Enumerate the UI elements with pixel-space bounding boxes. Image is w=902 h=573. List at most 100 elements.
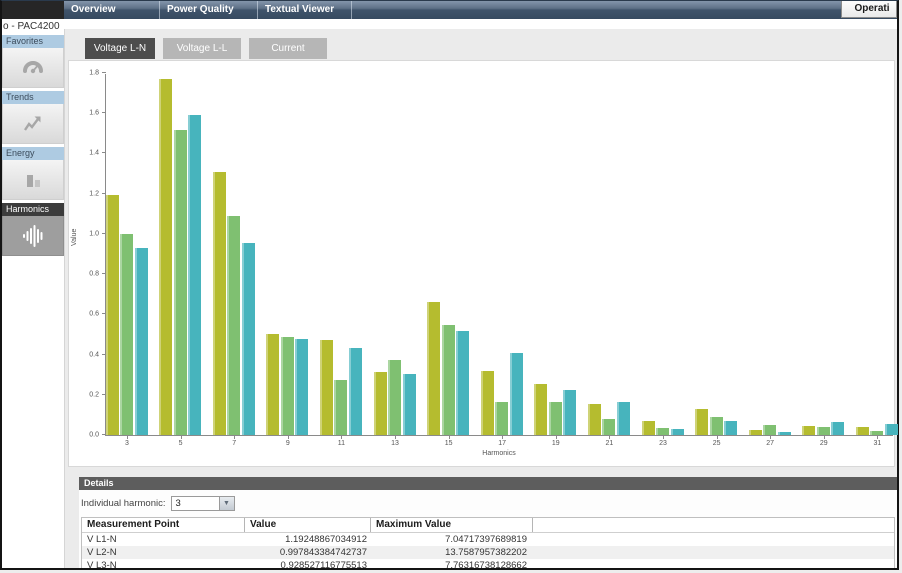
app-window: Overview Power Quality Textual Viewer Op… (0, 0, 899, 570)
bar-v-l3-n-h17 (510, 353, 523, 435)
x-tick-mark (717, 435, 718, 439)
bar-v-l3-n-h27 (778, 432, 791, 435)
x-tick-mark (770, 435, 771, 439)
bar-v-l1-n-h19 (534, 384, 547, 435)
bar-v-l1-n-h27 (749, 430, 762, 435)
sidebar-item-trends[interactable]: Trends (2, 91, 64, 144)
chart-plot-area: 0.00.20.40.60.81.01.21.41.61.83579111315… (105, 74, 893, 436)
sidebar-item-favorites[interactable]: Favorites (2, 35, 64, 88)
bar-highlight (481, 371, 483, 435)
bar-v-l2-n-h3 (120, 234, 133, 435)
y-tick-label: 1.6 (89, 110, 99, 117)
bar-v-l3-n-h15 (456, 331, 469, 435)
individual-harmonic-value: 3 (172, 497, 219, 510)
x-tick-mark (449, 435, 450, 439)
bar-highlight (442, 325, 444, 435)
x-axis-label: Harmonics (105, 450, 893, 457)
bar-highlight (106, 195, 108, 435)
y-tick-label: 1.4 (89, 150, 99, 157)
bar-highlight (671, 429, 673, 435)
x-tick-mark (663, 435, 664, 439)
bar-highlight (403, 374, 405, 435)
x-tick-mark (877, 435, 878, 439)
y-tick-label: 0.8 (89, 271, 99, 278)
device-name-label: o - PAC4200 (3, 21, 60, 32)
bar-v-l1-n-h31 (856, 427, 869, 435)
bar-highlight (710, 417, 712, 435)
bar-v-l2-n-h7 (227, 216, 240, 435)
bar-v-l3-n-h21 (617, 402, 630, 435)
tab-voltage-l-l[interactable]: Voltage L-L (163, 38, 241, 59)
bar-highlight (802, 426, 804, 435)
bar-highlight (213, 172, 215, 435)
bar-highlight (534, 384, 536, 435)
x-tick-mark (502, 435, 503, 439)
tab-current[interactable]: Current (249, 38, 327, 59)
bar-highlight (817, 427, 819, 435)
table-row[interactable]: V L2-N0.99784338474273713.7587957382202 (82, 546, 894, 559)
sidebar-item-label: Favorites (2, 35, 64, 48)
bar-v-l2-n-h11 (334, 380, 347, 435)
bar-highlight (266, 334, 268, 435)
sidebar-item-harmonics[interactable]: Harmonics (2, 203, 64, 256)
x-tick-label: 15 (445, 440, 453, 447)
y-tick-label: 1.2 (89, 190, 99, 197)
operating-button[interactable]: Operati (841, 1, 897, 18)
gauge-icon (21, 56, 45, 80)
column-header-maximum-value[interactable]: Maximum Value (370, 518, 532, 532)
x-tick-mark (395, 435, 396, 439)
bar-highlight (549, 402, 551, 435)
bar-highlight (831, 422, 833, 435)
bar-v-l3-n-h25 (724, 421, 737, 435)
maximum-value-cell: 7.76316738128662 (370, 559, 532, 568)
bar-highlight (749, 430, 751, 435)
x-tick-label: 11 (338, 440, 345, 447)
column-header-measurement-point[interactable]: Measurement Point (82, 518, 244, 532)
x-tick-label: 9 (286, 440, 290, 447)
nav-tab-textual-viewer[interactable]: Textual Viewer (258, 1, 352, 19)
x-tick-label: 21 (605, 440, 613, 447)
tab-voltage-l-n[interactable]: Voltage L-N (85, 38, 155, 59)
bar-v-l2-n-h29 (817, 427, 830, 435)
x-tick-label: 13 (391, 440, 399, 447)
empty-cell (532, 559, 894, 568)
individual-harmonic-select[interactable]: 3 ▼ (171, 496, 235, 511)
measurement-table: Measurement Point Value Maximum Value V … (81, 517, 895, 568)
y-tick-label: 0.2 (89, 391, 99, 398)
nav-spacer (352, 1, 897, 19)
bar-v-l2-n-h27 (763, 425, 776, 435)
bar-highlight (374, 372, 376, 435)
bar-v-l1-n-h11 (320, 340, 333, 435)
measurement-point-cell: V L2-N (82, 546, 244, 559)
y-tick-label: 0.0 (89, 432, 99, 439)
x-tick-label: 17 (498, 440, 506, 447)
bar-v-l3-n-h11 (349, 348, 362, 435)
bar-v-l1-n-h25 (695, 409, 708, 435)
nav-tab-overview[interactable]: Overview (64, 1, 160, 19)
table-row[interactable]: V L1-N1.192488670349127.04717397689819 (82, 533, 894, 546)
bar-highlight (642, 421, 644, 435)
nav-tab-power-quality[interactable]: Power Quality (160, 1, 258, 19)
bar-v-l3-n-h9 (295, 339, 308, 435)
y-tick-mark (102, 152, 106, 153)
bar-v-l3-n-h31 (885, 424, 898, 435)
table-row[interactable]: V L3-N0.9285271167755137.76316738128662 (82, 559, 894, 568)
y-tick-label: 0.4 (89, 351, 99, 358)
bar-v-l1-n-h17 (481, 371, 494, 435)
maximum-value-cell: 7.04717397689819 (370, 533, 532, 546)
bar-v-l3-n-h5 (188, 115, 201, 435)
sidebar-item-energy[interactable]: Energy (2, 147, 64, 200)
bar-highlight (227, 216, 229, 435)
bar-highlight (778, 432, 780, 435)
bar-v-l2-n-h19 (549, 402, 562, 435)
bar-highlight (135, 248, 137, 435)
chevron-down-icon[interactable]: ▼ (219, 497, 234, 510)
empty-cell (532, 546, 894, 559)
details-section-body: Individual harmonic: 3 ▼ Measurement Poi… (79, 490, 897, 568)
bar-highlight (388, 360, 390, 435)
column-header-value[interactable]: Value (244, 518, 370, 532)
bar-v-l2-n-h23 (656, 428, 669, 435)
sidebar-item-label: Trends (2, 91, 64, 104)
bar-highlight (427, 302, 429, 435)
bar-highlight (334, 380, 336, 435)
